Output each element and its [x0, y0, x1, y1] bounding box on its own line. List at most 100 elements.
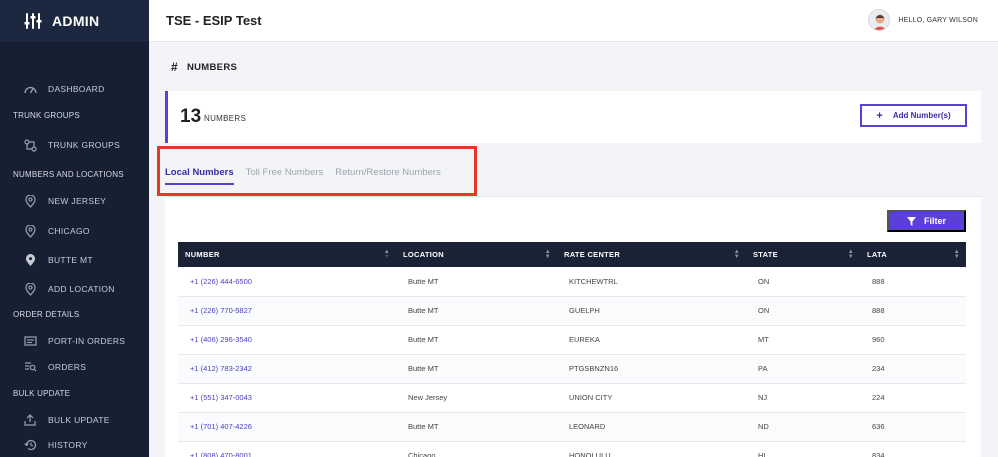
cell-number[interactable]: +1 (551) 347-0043 [178, 383, 396, 413]
cell-number[interactable]: +1 (701) 407-4226 [178, 412, 396, 442]
sort-icon[interactable]: ▲ ▼ [848, 249, 854, 260]
filter-label: Filter [923, 216, 946, 226]
add-numbers-button[interactable]: + Add Number(s) [860, 104, 967, 127]
location-pin-icon [23, 282, 37, 296]
table-row[interactable]: +1 (551) 347-0043 New Jersey UNION CITY NJ 2… [178, 383, 966, 413]
sidebar-item-label: BULK UPDATE [48, 415, 110, 425]
hash-icon: # [171, 60, 178, 74]
cell-location: Butte MT [396, 296, 557, 326]
sort-icon[interactable]: ▲ ▼ [545, 249, 551, 260]
sidebar-item-new-jersey[interactable]: NEW JERSEY [0, 190, 149, 212]
column-header-lata[interactable]: LATA ▲ ▼ [860, 242, 966, 267]
sidebar-item-dashboard[interactable]: DASHBOARD [0, 78, 149, 100]
avatar[interactable] [868, 9, 891, 31]
sort-icon[interactable]: ▲ ▼ [954, 249, 960, 260]
table-row[interactable]: +1 (226) 770-5827 Butte MT GUELPH ON 888 [178, 296, 966, 326]
dashboard-gauge-icon [23, 82, 37, 96]
cell-state: HI [746, 441, 860, 457]
numbers-count-label: NUMBERS [204, 114, 247, 123]
nav-section-bulk-update: BULK UPDATE [13, 389, 71, 398]
upload-icon [23, 413, 37, 427]
cell-state: ON [746, 267, 860, 297]
tabs-highlight-box [157, 146, 477, 196]
column-header-number[interactable]: NUMBER ▲ ▼ [178, 242, 396, 267]
cell-rate-center: GUELPH [557, 296, 746, 326]
filter-button[interactable]: Filter [887, 210, 966, 232]
cell-lata: 888 [860, 296, 966, 326]
numbers-table-panel: Filter NUMBER ▲ ▼ LOCATION ▲ ▼ RATE CENTER ▲ ▼… [165, 196, 981, 457]
cell-location: Butte MT [396, 325, 557, 355]
location-pin-icon [23, 224, 37, 238]
numbers-table: NUMBER ▲ ▼ LOCATION ▲ ▼ RATE CENTER ▲ ▼ STATE ▲… [178, 242, 966, 457]
avatar-person-icon [874, 14, 887, 30]
nav-section-numbers-and-locations: NUMBERS AND LOCATIONS [13, 170, 124, 179]
table-row[interactable]: +1 (808) 470-8001 Chicago HONOLULU HI 834 [178, 441, 966, 457]
table-row[interactable]: +1 (226) 444-6500 Butte MT KITCHEWTRL ON 888 [178, 267, 966, 297]
cell-rate-center: LEONARD [557, 412, 746, 442]
cell-rate-center: HONOLULU [557, 441, 746, 457]
sidebar-item-label: HISTORY [48, 440, 88, 450]
sidebar-item-chicago[interactable]: CHICAGO [0, 220, 149, 242]
plus-icon: + [876, 109, 883, 122]
history-icon [23, 438, 37, 452]
cell-lata: 234 [860, 354, 966, 384]
table-row[interactable]: +1 (406) 296-3540 Butte MT EUREKA MT 960 [178, 325, 966, 355]
sidebar-item-label: ORDERS [48, 362, 87, 372]
column-header-rate-center[interactable]: RATE CENTER ▲ ▼ [557, 242, 746, 267]
sliders-logo-icon [24, 13, 42, 29]
cell-state: ON [746, 296, 860, 326]
trunk-groups-icon [23, 138, 37, 152]
sidebar-item-label: CHICAGO [48, 226, 90, 236]
cell-state: NJ [746, 383, 860, 413]
cell-location: Chicago [396, 441, 557, 457]
brand[interactable]: ADMIN [0, 0, 149, 42]
cell-rate-center: UNION CITY [557, 383, 746, 413]
app-title: TSE - ESIP Test [166, 13, 262, 28]
cell-rate-center: KITCHEWTRL [557, 267, 746, 297]
sidebar: ADMIN DASHBOARD TRUNK GROUPS TRUNK GROUPS N… [0, 0, 149, 457]
sidebar-item-label: DASHBOARD [48, 84, 105, 94]
column-header-state[interactable]: STATE ▲ ▼ [746, 242, 860, 267]
cell-lata: 834 [860, 441, 966, 457]
cell-number[interactable]: +1 (226) 444-6500 [178, 267, 396, 297]
cell-location: Butte MT [396, 354, 557, 384]
sidebar-item-label: BUTTE MT [48, 255, 93, 265]
sidebar-item-orders[interactable]: ORDERS [0, 356, 149, 378]
location-pin-filled-icon [23, 253, 37, 267]
cell-lata: 224 [860, 383, 966, 413]
port-in-icon [23, 334, 37, 348]
column-header-location[interactable]: LOCATION ▲ ▼ [396, 242, 557, 267]
cell-number[interactable]: +1 (406) 296-3540 [178, 325, 396, 355]
sidebar-item-history[interactable]: HISTORY [0, 434, 149, 456]
nav-section-order-details: ORDER DETAILS [13, 310, 80, 319]
sort-asc-icon[interactable]: ▲ ▼ [384, 249, 390, 260]
user-menu[interactable]: HELLO, GARY WILSON [868, 9, 978, 31]
cell-rate-center: EUREKA [557, 325, 746, 355]
sidebar-item-trunk-groups[interactable]: TRUNK GROUPS [0, 134, 149, 156]
sidebar-item-label: NEW JERSEY [48, 196, 107, 206]
brand-title: ADMIN [52, 13, 100, 29]
cell-lata: 636 [860, 412, 966, 442]
cell-number[interactable]: +1 (808) 470-8001 [178, 441, 396, 457]
cell-number[interactable]: +1 (412) 783-2342 [178, 354, 396, 384]
table-row[interactable]: +1 (412) 783-2342 Butte MT PTGSBNZN16 PA 234 [178, 354, 966, 384]
cell-state: PA [746, 354, 860, 384]
cell-lata: 960 [860, 325, 966, 355]
sidebar-item-port-in-orders[interactable]: PORT-IN ORDERS [0, 330, 149, 352]
sidebar-item-add-location[interactable]: ADD LOCATION [0, 278, 149, 300]
page-title: NUMBERS [186, 61, 238, 73]
sidebar-item-butte-mt[interactable]: BUTTE MT [0, 249, 149, 271]
sort-icon[interactable]: ▲ ▼ [734, 249, 740, 260]
cell-number[interactable]: +1 (226) 770-5827 [178, 296, 396, 326]
cell-location: Butte MT [396, 267, 557, 297]
sidebar-item-label: TRUNK GROUPS [48, 140, 121, 150]
table-row[interactable]: +1 (701) 407-4226 Butte MT LEONARD ND 636 [178, 412, 966, 442]
user-greeting: HELLO, GARY WILSON [898, 16, 978, 24]
cell-location: New Jersey [396, 383, 557, 413]
add-numbers-label: Add Number(s) [892, 111, 951, 120]
numbers-table-body: +1 (226) 444-6500 Butte MT KITCHEWTRL ON 888… [178, 267, 966, 457]
sidebar-item-label: PORT-IN ORDERS [48, 336, 126, 346]
cell-location: Butte MT [396, 412, 557, 442]
sidebar-item-bulk-update[interactable]: BULK UPDATE [0, 409, 149, 431]
numbers-count-card: 13 NUMBERS + Add Number(s) [165, 91, 981, 143]
